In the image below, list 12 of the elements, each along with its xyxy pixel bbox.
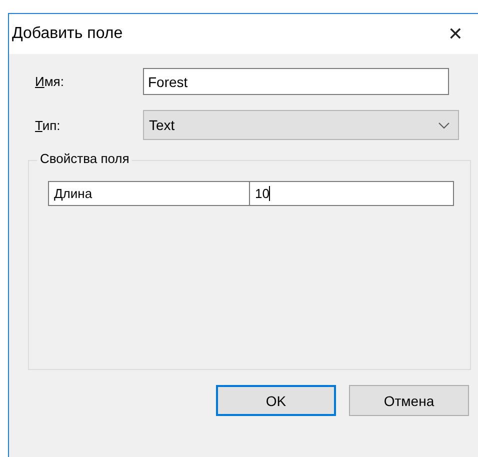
chevron-down-icon bbox=[438, 122, 450, 128]
close-button[interactable]: ✕ bbox=[446, 24, 465, 44]
property-name: Длина bbox=[53, 185, 94, 203]
type-dropdown[interactable]: Text bbox=[143, 110, 459, 140]
window-title: Добавить поле bbox=[12, 25, 123, 43]
field-label: Имя: bbox=[34, 74, 65, 89]
property-value-field[interactable]: 10 bbox=[249, 182, 449, 205]
dialog-button[interactable]: OK bbox=[216, 385, 336, 416]
group-title: Свойства поля bbox=[37, 151, 132, 166]
dialog-button[interactable]: Отмена bbox=[349, 385, 469, 416]
name-field[interactable]: Forest bbox=[143, 68, 449, 95]
field-label: Тип: bbox=[34, 118, 62, 132]
